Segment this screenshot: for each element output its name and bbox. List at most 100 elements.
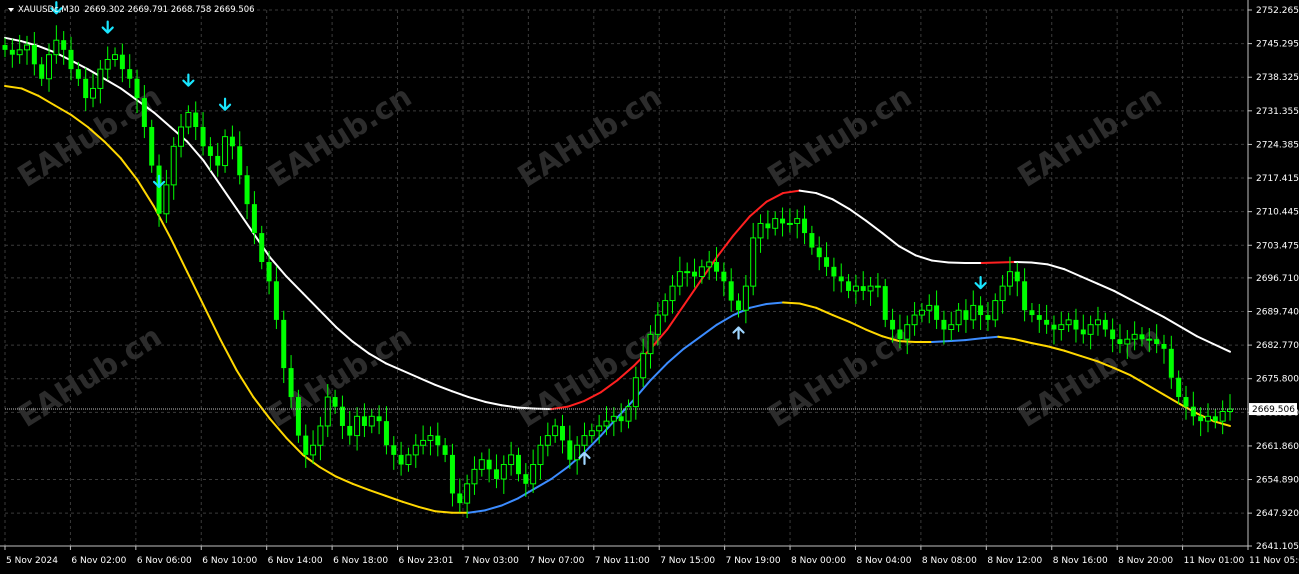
candle-body	[1000, 286, 1005, 300]
lower-band-segment	[783, 303, 800, 304]
candle-body	[223, 137, 228, 166]
x-tick-label: 6 Nov 02:00	[71, 556, 126, 566]
candle-body	[1154, 339, 1159, 344]
y-tick-label: 2703.475	[1256, 241, 1299, 251]
candle-body	[340, 407, 345, 426]
candle-body	[795, 219, 800, 224]
candle-body	[714, 262, 719, 272]
candle-body	[721, 272, 726, 282]
candle-body	[978, 305, 983, 315]
candle-body	[443, 445, 448, 455]
candle-body	[567, 440, 572, 459]
candle-body	[362, 416, 367, 426]
candle-body	[809, 233, 814, 247]
candle-body	[142, 98, 147, 127]
candle-body	[1198, 416, 1203, 421]
candle-body	[98, 69, 103, 88]
y-tick-label: 2710.445	[1256, 208, 1299, 218]
candle-body	[179, 127, 184, 146]
candle-body	[83, 79, 88, 98]
candle-body	[861, 286, 866, 291]
candle-body	[1125, 339, 1130, 344]
candle-body	[971, 305, 976, 319]
y-tick-label: 2745.295	[1256, 40, 1299, 50]
candle-body	[736, 301, 741, 311]
candle-body	[39, 64, 44, 78]
candle-body	[435, 436, 440, 446]
candle-body	[10, 50, 15, 55]
candle-body	[237, 146, 242, 175]
candle-body	[3, 45, 8, 50]
candle-body	[919, 310, 924, 315]
candle-body	[912, 315, 917, 325]
y-tick-label: 2717.415	[1256, 174, 1299, 184]
candle-body	[399, 455, 404, 465]
x-tick-label: 7 Nov 15:00	[660, 556, 715, 566]
candle-body	[384, 421, 389, 445]
header-dropdown-icon[interactable]	[8, 8, 14, 12]
candle-body	[164, 185, 169, 214]
candle-body	[413, 445, 418, 455]
candle-body	[171, 146, 176, 185]
candle-body	[1103, 320, 1108, 330]
candle-body	[1147, 339, 1152, 340]
x-tick-label: 8 Nov 04:00	[856, 556, 911, 566]
candle-body	[523, 474, 528, 484]
candle-body	[883, 286, 888, 320]
price-chart[interactable]: EAHub.cnEAHub.cnEAHub.cnEAHub.cnEAHub.cn…	[0, 0, 1299, 570]
candle-body	[1117, 339, 1122, 344]
candle-body	[1059, 325, 1064, 330]
candle-body	[1088, 325, 1093, 335]
candle-body	[1191, 407, 1196, 417]
upper-band-segment	[518, 408, 535, 409]
candle-body	[897, 330, 902, 340]
candle-body	[699, 267, 704, 277]
x-tick-label: 5 Nov 2024	[6, 556, 58, 566]
candle-body	[560, 426, 565, 440]
candle-body	[377, 416, 382, 421]
candle-body	[487, 460, 492, 470]
candle-body	[905, 325, 910, 339]
candle-body	[853, 286, 858, 291]
candle-body	[245, 175, 250, 204]
candle-body	[391, 445, 396, 455]
lower-band-segment	[932, 341, 949, 342]
candle-body	[1110, 330, 1115, 340]
candle-body	[846, 281, 851, 291]
x-tick-label: 6 Nov 23:01	[399, 556, 454, 566]
candle-body	[531, 465, 536, 484]
candle-body	[963, 310, 968, 320]
current-price-label: 2669.506	[1252, 405, 1295, 415]
candle-body	[105, 59, 110, 69]
candle-body	[472, 469, 477, 483]
x-tick-label: 7 Nov 07:00	[529, 556, 584, 566]
candle-body	[61, 40, 66, 50]
candle-body	[355, 416, 360, 435]
x-tick-label: 11 Nov 01:00	[1184, 556, 1245, 566]
y-tick-label: 2647.920	[1256, 509, 1299, 519]
candle-body	[252, 204, 257, 233]
candle-body	[780, 219, 785, 224]
candle-body	[677, 272, 682, 286]
candle-body	[956, 310, 961, 324]
candle-body	[1095, 320, 1100, 325]
candle-body	[120, 55, 125, 69]
candle-body	[369, 416, 374, 426]
candle-body	[758, 223, 763, 237]
candle-body	[729, 281, 734, 300]
candle-body	[1220, 411, 1225, 421]
candle-body	[1161, 344, 1166, 349]
candle-body	[76, 69, 81, 79]
candle-body	[597, 426, 602, 431]
candle-body	[406, 455, 411, 465]
y-tick-label: 2731.355	[1256, 107, 1299, 117]
candle-body	[787, 223, 792, 224]
candle-body	[69, 50, 74, 69]
candle-body	[1081, 330, 1086, 335]
x-tick-label: 6 Nov 06:00	[137, 556, 192, 566]
candle-body	[824, 257, 829, 267]
candle-body	[743, 286, 748, 310]
candle-body	[875, 286, 880, 287]
candle-body	[509, 455, 514, 465]
candle-body	[267, 262, 272, 281]
